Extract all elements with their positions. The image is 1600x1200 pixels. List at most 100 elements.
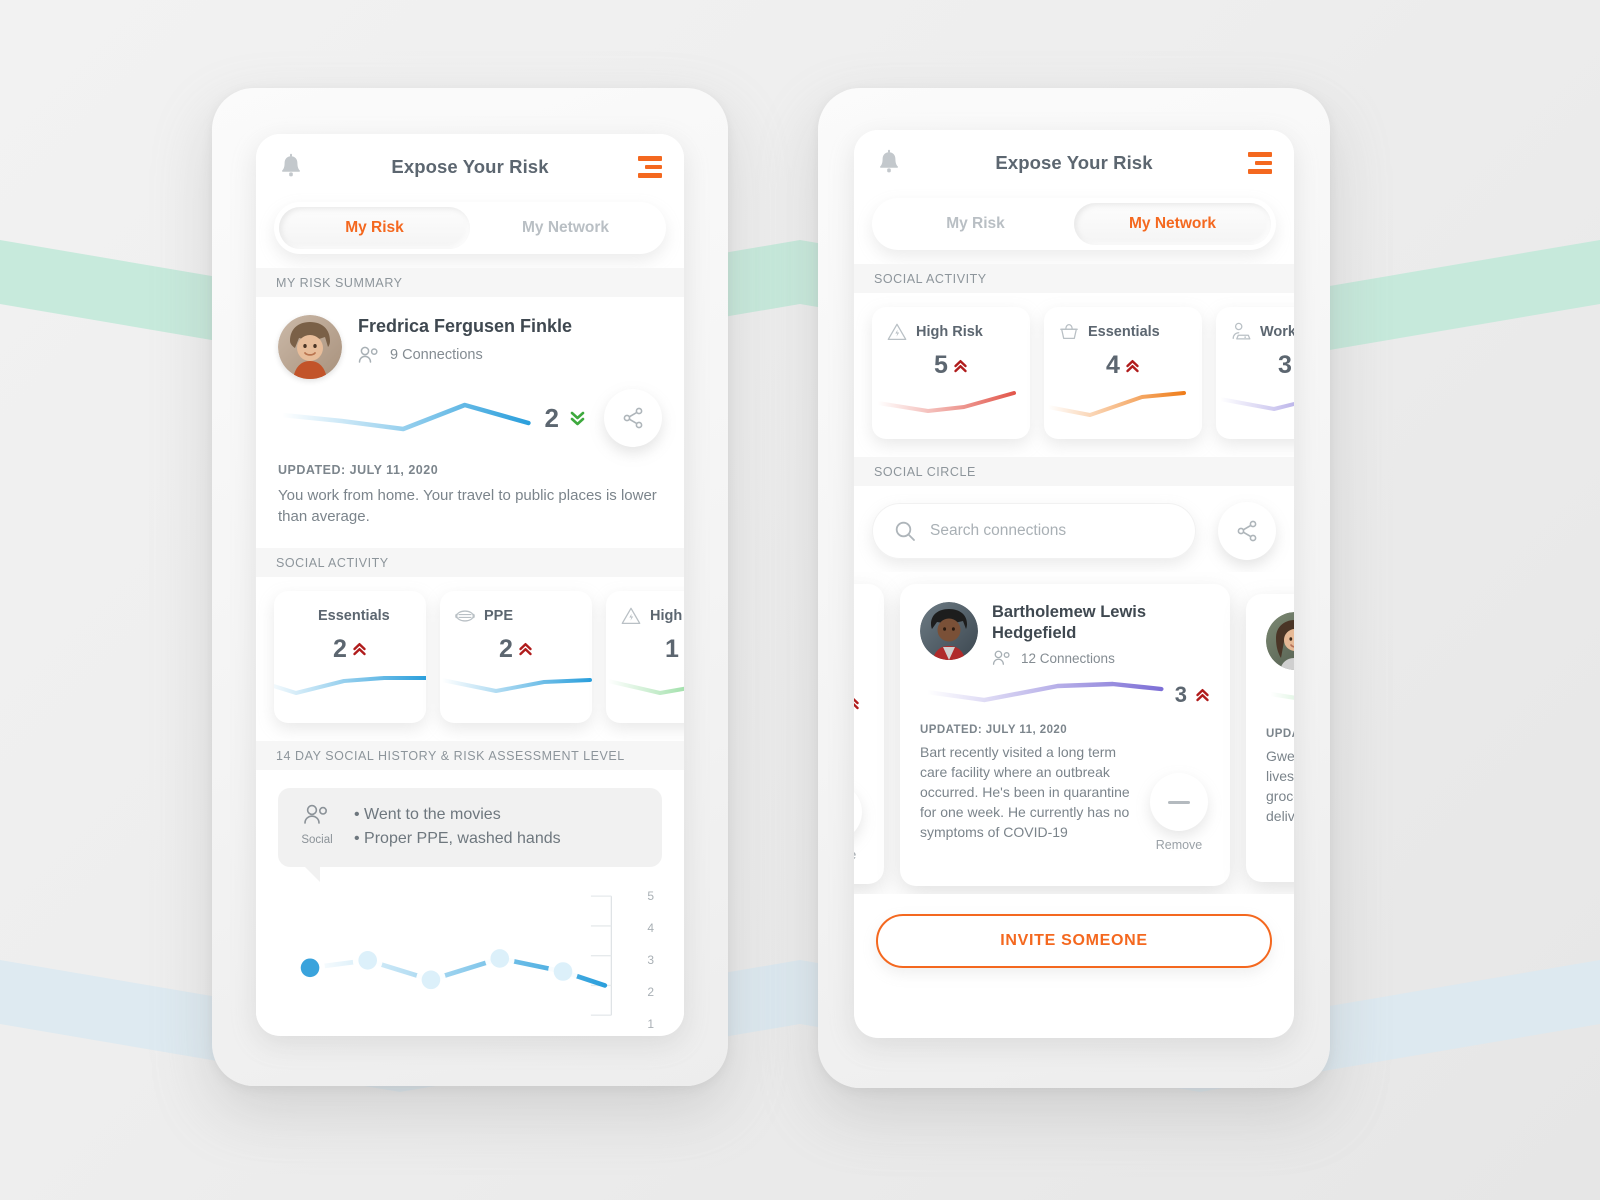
- bell-icon[interactable]: [876, 149, 902, 177]
- connection-sparkline: [924, 682, 1164, 703]
- hamburger-icon[interactable]: [1246, 152, 1272, 174]
- phone-frame-left: Expose Your Risk My Risk My Network MY R…: [212, 88, 728, 1086]
- activity-card[interactable]: High Risk 1: [606, 590, 684, 723]
- profile-block: Fredrica Fergusen Finkle 9 Connections: [256, 297, 684, 379]
- search-box[interactable]: [872, 503, 1196, 559]
- tab-my-risk[interactable]: My Risk: [279, 207, 470, 249]
- mask-icon: [455, 610, 475, 622]
- trend-down-icon: [570, 411, 585, 426]
- y-tick-label: 2: [647, 984, 654, 999]
- activity-card-value: 1: [665, 634, 679, 663]
- invite-someone-button[interactable]: INVITE SOMEONE: [876, 914, 1272, 968]
- remove-control[interactable]: Remove: [854, 783, 870, 862]
- tab-my-network[interactable]: My Network: [1074, 203, 1271, 245]
- activity-card-sparkline: [274, 675, 426, 695]
- activity-card-label: Work Life: [1260, 324, 1294, 340]
- activity-card-label: Essentials: [1088, 324, 1160, 340]
- activity-card-value-row: 2: [454, 635, 578, 664]
- connection-card-previous[interactable]: Remove: [854, 584, 884, 884]
- connection-card-scroller[interactable]: Remove: [854, 572, 1294, 894]
- remove-button[interactable]: [854, 783, 862, 841]
- activity-card-value: 3: [1278, 351, 1292, 379]
- activity-card-sparkline: [876, 391, 1016, 413]
- history-block: Social • Went to the movies • Proper PPE…: [256, 769, 684, 1035]
- activity-card-value: 2: [333, 634, 347, 663]
- connection-card[interactable]: Gwen Baker-Wright 54 Connections: [1246, 594, 1294, 882]
- section-history: 14 DAY SOCIAL HISTORY & RISK ASSESSMENT …: [256, 740, 684, 770]
- activity-card-value-row: 5: [886, 351, 1016, 380]
- avatar: [1266, 612, 1294, 670]
- connection-updated: UPDATED: JULY 17, 2020: [1266, 728, 1294, 740]
- bubble-icon-label: Social: [301, 833, 333, 846]
- connection-score-row: 3: [920, 678, 1210, 712]
- page-title: Expose Your Risk: [391, 156, 549, 177]
- tab-bar-left: My Risk My Network: [274, 202, 666, 254]
- activity-card-value: 2: [499, 634, 513, 663]
- risk-sparkline: [279, 402, 531, 432]
- profile-connections-label: 9 Connections: [390, 346, 483, 363]
- section-social-activity-right: SOCIAL ACTIVITY: [854, 264, 1294, 293]
- activity-card-scroller-right[interactable]: High Risk 5 Essentials 4 Work 3: [854, 293, 1294, 457]
- desk-icon: [1232, 322, 1251, 340]
- y-tick-label: 3: [647, 952, 654, 967]
- activity-card-value: 5: [934, 351, 948, 379]
- history-line-chart: 5 4 3 2 1: [284, 885, 656, 1035]
- connection-sparkline: [1268, 691, 1294, 700]
- connection-card[interactable]: Bartholemew Lewis Hedgefield 12 Connecti…: [900, 584, 1230, 886]
- trend-up-icon: [519, 643, 532, 656]
- tab-my-network[interactable]: My Network: [470, 207, 661, 249]
- activity-card-head: Work Life: [1230, 321, 1294, 343]
- share-icon: [623, 407, 643, 429]
- connection-description: Gwen works from home and lives alone. Sh…: [1266, 748, 1294, 824]
- trend-up-icon: [854, 697, 859, 710]
- phone-frame-right: Expose Your Risk My Risk My Network SOCI…: [818, 88, 1330, 1088]
- history-item: • Went to the movies: [354, 805, 501, 823]
- bell-icon[interactable]: [278, 153, 304, 181]
- profile-name: Fredrica Fergusen Finkle: [358, 316, 573, 336]
- activity-card-scroller-left[interactable]: Essentials 2 PPE 2 High 1: [256, 576, 684, 741]
- connection-score-row: 1: [1266, 682, 1294, 716]
- app-header: Expose Your Risk: [854, 130, 1294, 196]
- activity-card[interactable]: Essentials 2: [274, 590, 426, 723]
- app-screen-my-risk: Expose Your Risk My Risk My Network MY R…: [256, 134, 684, 1036]
- share-button[interactable]: [604, 389, 662, 447]
- connection-updated: UPDATED: JULY 11, 2020: [920, 724, 1068, 737]
- history-item: • Proper PPE, washed hands: [354, 829, 561, 847]
- app-header: Expose Your Risk: [256, 134, 684, 200]
- y-tick-label: 4: [647, 920, 654, 935]
- activity-card-label: High Risk: [916, 324, 983, 340]
- activity-card-head: PPE: [454, 605, 578, 627]
- activity-card[interactable]: High Risk 5: [872, 307, 1030, 439]
- connection-head: Bartholemew Lewis Hedgefield 12 Connecti…: [920, 602, 1210, 666]
- activity-card-sparkline: [1046, 391, 1186, 417]
- remove-label: Remove: [854, 848, 870, 862]
- trend-up-icon: [1126, 359, 1139, 372]
- activity-card-head: Essentials: [1058, 321, 1188, 343]
- activity-card[interactable]: Work Life 3: [1216, 307, 1294, 439]
- profile-connections: 9 Connections: [358, 346, 572, 364]
- activity-card-value-row: 2: [288, 635, 412, 664]
- activity-card-sparkline: [440, 677, 592, 693]
- activity-card[interactable]: PPE 2: [440, 590, 592, 723]
- remove-button[interactable]: [1150, 773, 1208, 831]
- connection-count-label: 12 Connections: [1021, 650, 1115, 666]
- activity-card-label: High Risk: [650, 607, 684, 624]
- share-icon: [1237, 520, 1257, 542]
- remove-control[interactable]: Remove: [1142, 773, 1216, 852]
- app-screen-my-network: Expose Your Risk My Risk My Network SOCI…: [854, 130, 1294, 1038]
- activity-card-value: 4: [1106, 351, 1120, 379]
- activity-card[interactable]: Essentials 4: [1044, 307, 1202, 439]
- share-button[interactable]: [1218, 502, 1276, 560]
- tab-bar-right: My Risk My Network: [872, 198, 1276, 250]
- search-input[interactable]: [930, 522, 1174, 540]
- risk-score: 2: [544, 402, 559, 433]
- activity-card-head: High Risk: [886, 321, 1016, 343]
- hamburger-icon[interactable]: [636, 156, 662, 178]
- risk-score-row: 2: [256, 379, 684, 447]
- tab-my-risk[interactable]: My Risk: [877, 203, 1074, 245]
- basket-icon: [1060, 324, 1078, 340]
- activity-card-sparkline: [606, 678, 684, 695]
- y-tick-label: 5: [647, 888, 654, 903]
- people-icon: [358, 346, 378, 363]
